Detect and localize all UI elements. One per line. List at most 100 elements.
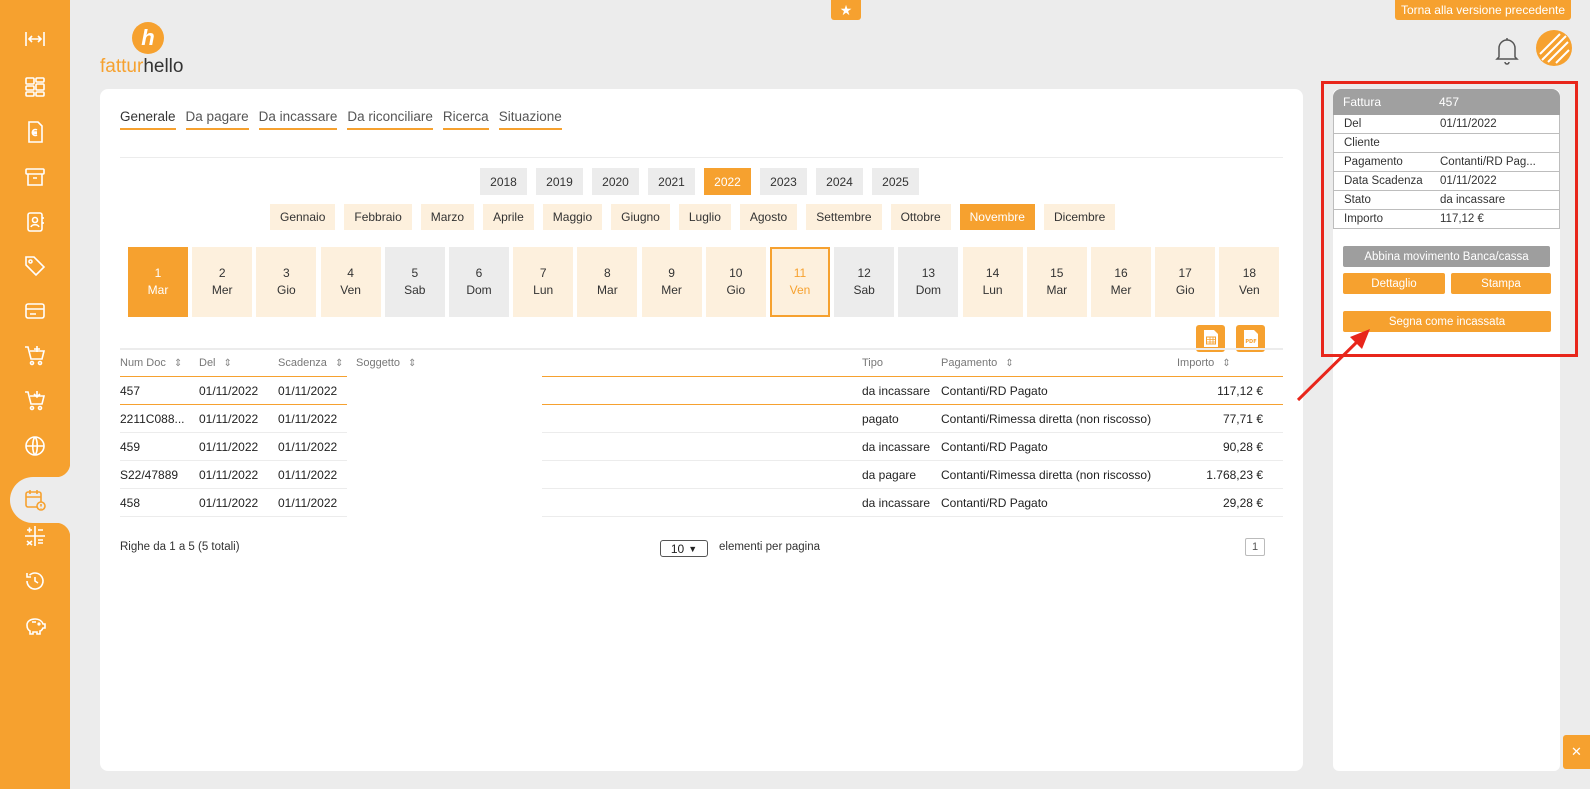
column-header-del[interactable]: Del ⇕ (199, 357, 232, 369)
page-button[interactable]: 1 (1245, 538, 1265, 556)
cell-del: 01/11/2022 (199, 468, 259, 482)
year-button-2021[interactable]: 2021 (648, 168, 695, 195)
calculator-icon[interactable] (17, 518, 53, 554)
app-logo[interactable]: h fatturhello (100, 20, 210, 77)
day-cell[interactable]: 9 Mer (641, 247, 702, 317)
column-header-pagamento[interactable]: Pagamento ⇕ (941, 357, 1014, 369)
table-row[interactable]: 457 01/11/2022 01/11/2022 da incassare Conta… (120, 377, 1283, 405)
tab-da-incassare[interactable]: Da incassare (258, 109, 338, 130)
card-icon[interactable] (17, 293, 53, 329)
tab-ricerca[interactable]: Ricerca (442, 109, 489, 130)
table-row[interactable]: S22/47889 01/11/2022 01/11/2022 da pagare Co… (120, 461, 1283, 489)
day-cell[interactable]: 5 Sab (384, 247, 445, 317)
day-cell[interactable]: 4 Ven (320, 247, 381, 317)
piggy-bank-icon[interactable] (17, 608, 53, 644)
year-button-2023[interactable]: 2023 (760, 168, 807, 195)
day-weekday: Mar (1046, 283, 1068, 297)
day-cell[interactable]: 10 Gio (705, 247, 766, 317)
month-button-settembre[interactable]: Settembre (806, 204, 882, 230)
history-icon[interactable] (17, 563, 53, 599)
month-button-luglio[interactable]: Luglio (678, 204, 731, 230)
month-button-febbraio[interactable]: Febbraio (344, 204, 412, 230)
day-cell[interactable]: 1 Mar (128, 247, 188, 317)
cell-pag: Contanti/RD Pagato (941, 440, 1048, 454)
calendar-alert-icon[interactable] (17, 482, 53, 518)
favorite-star-button[interactable]: ★ (831, 0, 861, 20)
tag-icon[interactable] (17, 248, 53, 284)
table-row[interactable]: 459 01/11/2022 01/11/2022 da incassare Conta… (120, 433, 1283, 461)
cell-num: S22/47889 (120, 468, 179, 482)
month-button-ottobre[interactable]: Ottobre (890, 204, 951, 230)
table-row[interactable]: 2211C088... 01/11/2022 01/11/2022 pagato Con… (120, 405, 1283, 433)
day-cell[interactable]: 16 Mer (1091, 247, 1151, 317)
sort-icon[interactable]: ⇕ (1005, 358, 1013, 369)
day-cell[interactable]: 15 Mar (1026, 247, 1087, 317)
day-weekday: Mer (661, 283, 682, 297)
cell-imp: 1.768,23 € (1206, 468, 1263, 482)
cell-num: 457 (120, 384, 141, 398)
day-cell[interactable]: 7 Lun (513, 247, 574, 317)
collapse-corner-button[interactable]: ✕ (1563, 735, 1590, 769)
row-separator (120, 516, 347, 517)
day-weekday: Ven (1239, 283, 1260, 297)
chevron-down-icon: ▼ (688, 543, 698, 554)
user-avatar[interactable] (1536, 30, 1572, 66)
month-button-gennaio[interactable]: Gennaio (270, 204, 336, 230)
year-button-2025[interactable]: 2025 (872, 168, 919, 195)
tab-situazione[interactable]: Situazione (498, 109, 562, 130)
sort-icon[interactable]: ⇕ (408, 358, 416, 369)
column-label: Num Doc (120, 357, 166, 369)
pdf-icon: PDF (1243, 330, 1258, 347)
per-page-select[interactable]: 10 ▼ (660, 540, 708, 557)
year-button-2019[interactable]: 2019 (536, 168, 583, 195)
month-button-giugno[interactable]: Giugno (611, 204, 670, 230)
day-cell[interactable]: 11 Ven (770, 247, 830, 317)
column-header-soggetto[interactable]: Soggetto ⇕ (356, 357, 416, 369)
cart-add-icon[interactable] (17, 338, 53, 374)
day-cell[interactable]: 18 Ven (1219, 247, 1280, 317)
year-button-2024[interactable]: 2024 (816, 168, 863, 195)
day-weekday: Lun (533, 283, 554, 297)
expand-icon[interactable] (17, 21, 53, 57)
globe-icon[interactable] (17, 428, 53, 464)
day-cell[interactable]: 2 Mer (192, 247, 253, 317)
tab-da-riconciliare[interactable]: Da riconciliare (347, 109, 433, 130)
year-button-2020[interactable]: 2020 (592, 168, 639, 195)
month-button-novembre[interactable]: Novembre (959, 204, 1035, 230)
tab-generale[interactable]: Generale (120, 109, 176, 130)
day-number: 13 (921, 266, 936, 280)
sort-icon[interactable]: ⇕ (174, 358, 182, 369)
notification-bell-icon[interactable] (1495, 35, 1519, 65)
column-header-scadenza[interactable]: Scadenza ⇕ (278, 357, 343, 369)
day-cell[interactable]: 17 Gio (1155, 247, 1216, 317)
cell-sogg (356, 461, 756, 489)
month-button-maggio[interactable]: Maggio (542, 204, 603, 230)
cart-download-icon[interactable] (17, 383, 53, 419)
month-button-agosto[interactable]: Agosto (739, 204, 798, 230)
day-cell[interactable]: 14 Lun (962, 247, 1023, 317)
sort-icon[interactable]: ⇕ (1222, 358, 1230, 369)
year-button-2018[interactable]: 2018 (480, 168, 527, 195)
column-header-num-doc[interactable]: Num Doc ⇕ (120, 357, 182, 369)
day-cell[interactable]: 13 Dom (898, 247, 959, 317)
day-cell[interactable]: 6 Dom (449, 247, 509, 317)
day-cell[interactable]: 3 Gio (256, 247, 317, 317)
table-row[interactable]: 458 01/11/2022 01/11/2022 da incassare Conta… (120, 489, 1283, 517)
month-button-marzo[interactable]: Marzo (420, 204, 475, 230)
month-button-dicembre[interactable]: Dicembre (1043, 204, 1116, 230)
month-button-aprile[interactable]: Aprile (483, 204, 534, 230)
day-cell[interactable]: 12 Sab (834, 247, 895, 317)
invoice-euro-icon[interactable] (17, 114, 53, 150)
back-to-previous-version-button[interactable]: Torna alla versione precedente (1395, 0, 1571, 20)
year-button-2022[interactable]: 2022 (704, 168, 751, 195)
sort-icon[interactable]: ⇕ (335, 358, 343, 369)
tab-da-pagare[interactable]: Da pagare (185, 109, 249, 130)
archive-icon[interactable] (17, 159, 53, 195)
contacts-icon[interactable] (17, 204, 53, 240)
day-cell[interactable]: 8 Mar (577, 247, 638, 317)
sort-icon[interactable]: ⇕ (224, 358, 232, 369)
day-number: 10 (729, 266, 743, 280)
dashboard-icon[interactable] (17, 69, 53, 105)
column-header-importo[interactable]: Importo ⇕ (1177, 357, 1231, 369)
cell-tipo: pagato (862, 412, 899, 426)
